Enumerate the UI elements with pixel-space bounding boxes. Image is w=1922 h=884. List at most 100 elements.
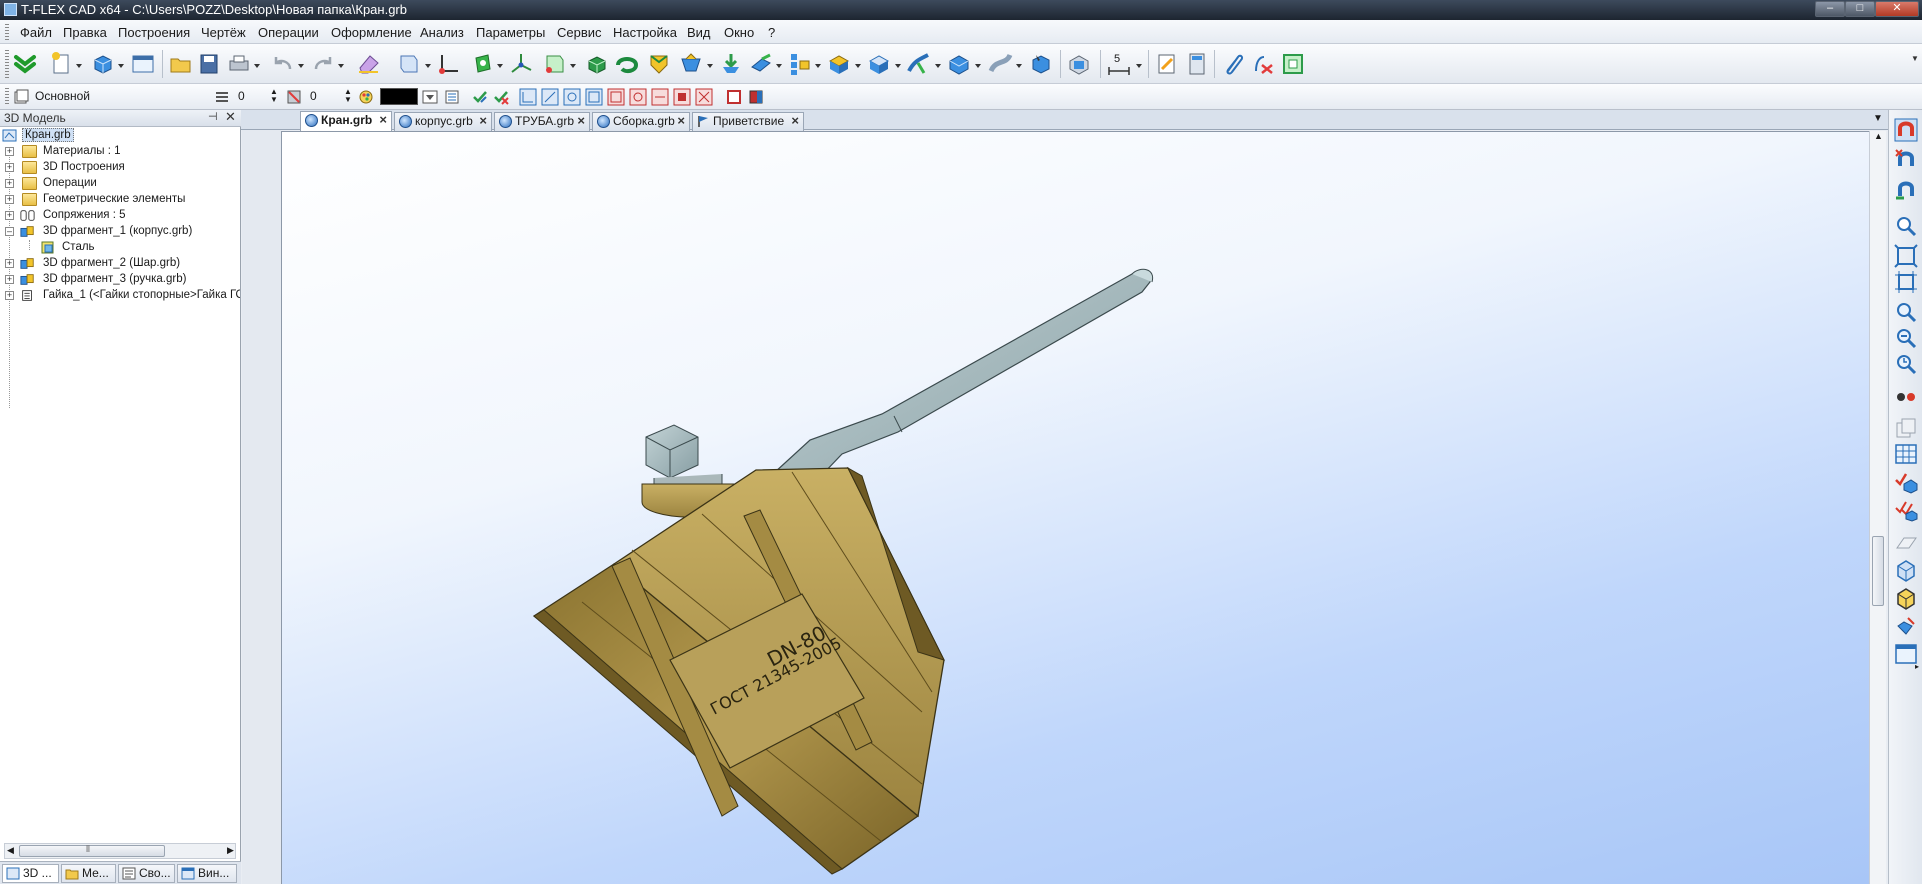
pin-icon[interactable]: ⊣ — [208, 110, 218, 123]
chamfer-icon[interactable] — [866, 51, 892, 77]
scroll-thumb[interactable]: ⦀ — [19, 844, 165, 857]
snap-lines-icon[interactable] — [1894, 178, 1918, 202]
filter-3d-icon[interactable] — [725, 88, 743, 106]
tree-item-fragment-1[interactable]: – 3D фрагмент_1 (корпус.grb) — [0, 224, 240, 240]
scroll-right-icon[interactable]: ▶ — [227, 845, 234, 856]
view-orientation-icon[interactable] — [1894, 614, 1918, 638]
spiral-icon[interactable] — [748, 51, 774, 77]
filter-circle-icon[interactable] — [563, 88, 581, 106]
tree-item-3d-constructions[interactable]: + 3D Построения — [0, 160, 240, 176]
close-button[interactable]: ✕ — [1875, 1, 1919, 17]
toolbar-overflow-icon[interactable]: ▸ — [1915, 662, 1919, 671]
filter-image-icon[interactable] — [673, 88, 691, 106]
extrude-icon[interactable] — [584, 51, 610, 77]
undo-icon[interactable] — [270, 51, 296, 77]
fragment-icon[interactable] — [1280, 51, 1306, 77]
select-filter-icon[interactable] — [444, 89, 460, 105]
expand-toggle[interactable]: + — [5, 211, 14, 220]
tree-item-mates[interactable]: + Сопряжения : 5 — [0, 208, 240, 224]
copy-view-icon[interactable] — [1894, 416, 1918, 440]
menu-parameters[interactable]: Параметры — [476, 25, 545, 40]
tree-horizontal-scrollbar[interactable]: ◀ ⦀ ▶ — [4, 843, 236, 859]
panel-splitter[interactable] — [242, 110, 281, 884]
filter-dimension-icon[interactable] — [651, 88, 669, 106]
tab-3d-model[interactable]: 3D ... — [2, 864, 59, 883]
dropdown-arrow-icon[interactable] — [855, 64, 861, 68]
filter-text-icon[interactable] — [629, 88, 647, 106]
grid-icon[interactable] — [1894, 442, 1918, 466]
tab-menu[interactable]: Ме... — [61, 864, 116, 883]
menu-help[interactable]: ? — [768, 25, 775, 40]
collapse-toggle[interactable]: – — [5, 227, 14, 236]
dropdown-arrow-icon[interactable] — [570, 64, 576, 68]
scroll-thumb[interactable] — [1872, 536, 1884, 606]
zoom-window-icon[interactable] — [1894, 214, 1918, 238]
check-multiple-icon[interactable] — [1894, 498, 1918, 522]
tab-window[interactable]: Вин... — [177, 864, 237, 883]
ball-valve-model[interactable]: DN-80 ГОСТ 21345-2005 — [282, 132, 1869, 884]
3d-view-icon[interactable] — [396, 51, 422, 77]
dropdown-arrow-icon[interactable] — [815, 64, 821, 68]
body-icon[interactable] — [1028, 51, 1054, 77]
snap-nodes-icon[interactable] — [1894, 148, 1918, 172]
tree-item-fragment-3[interactable]: + 3D фрагмент_3 (ручка.grb) — [0, 272, 240, 288]
dropdown-arrow-icon[interactable] — [118, 64, 124, 68]
expand-toggle[interactable]: + — [5, 163, 14, 172]
tab-properties[interactable]: Сво... — [118, 864, 175, 883]
filter-icon[interactable] — [422, 89, 438, 105]
print-icon[interactable] — [226, 51, 252, 77]
filter-outline-icon[interactable] — [585, 88, 603, 106]
dropdown-arrow-icon[interactable] — [254, 64, 260, 68]
fillet-icon[interactable] — [826, 51, 852, 77]
level-spinner[interactable]: ▲ ▼ — [270, 88, 278, 104]
menu-view[interactable]: Вид — [687, 25, 711, 40]
3d-viewport[interactable]: DN-80 ГОСТ 21345-2005 — [281, 131, 1869, 884]
viewport-vertical-scrollbar[interactable]: ▲ — [1869, 131, 1886, 884]
tree-item-materials[interactable]: + Материалы : 1 — [0, 144, 240, 160]
dropdown-arrow-icon[interactable] — [1136, 64, 1142, 68]
snap-magnet-icon[interactable] — [1894, 118, 1918, 142]
tab-kran[interactable]: Кран.grb × — [300, 111, 392, 131]
valve-handle[interactable] — [760, 268, 1154, 499]
menu-edit[interactable]: Правка — [63, 25, 107, 40]
menu-construct[interactable]: Построения — [118, 25, 190, 40]
lcs-icon[interactable] — [508, 51, 534, 77]
new-3d-icon[interactable] — [90, 51, 116, 77]
expand-toggle[interactable]: + — [5, 259, 14, 268]
rotation-icon[interactable] — [614, 51, 640, 77]
toolbar-overflow-icon[interactable]: ▼ — [1911, 54, 1919, 63]
priority-spinner[interactable]: ▲ ▼ — [344, 88, 352, 104]
dropdown-arrow-icon[interactable] — [975, 64, 981, 68]
dropdown-arrow-icon[interactable] — [935, 64, 941, 68]
cut-icon[interactable] — [946, 51, 972, 77]
zoom-out-icon[interactable] — [1894, 326, 1918, 350]
tab-welcome[interactable]: Приветствие × — [692, 112, 804, 131]
expand-toggle[interactable]: + — [5, 147, 14, 156]
dropdown-arrow-icon[interactable] — [707, 64, 713, 68]
tabs-dropdown-icon[interactable]: ▼ — [1873, 113, 1883, 124]
wireframe-icon[interactable] — [1894, 558, 1918, 582]
shell-icon[interactable] — [906, 51, 932, 77]
menu-service[interactable]: Сервис — [557, 25, 602, 40]
calculator-icon[interactable] — [1184, 51, 1210, 77]
uncheck-all-icon[interactable] — [493, 89, 509, 105]
save-icon[interactable] — [196, 51, 222, 77]
filter-hatch-icon[interactable] — [607, 88, 625, 106]
scroll-up-icon[interactable]: ▲ — [1874, 131, 1883, 141]
filter-3d-body-icon[interactable] — [747, 88, 765, 106]
zoom-previous-icon[interactable] — [1894, 352, 1918, 376]
menu-window[interactable]: Окно — [724, 25, 754, 40]
level-input[interactable]: 0 — [238, 89, 245, 103]
dropdown-arrow-icon[interactable] — [76, 64, 82, 68]
array-icon[interactable] — [786, 51, 812, 77]
close-tab-icon[interactable]: × — [479, 113, 487, 129]
attach-icon[interactable] — [1220, 51, 1246, 77]
surface-icon[interactable] — [988, 51, 1014, 77]
dropdown-arrow-icon[interactable] — [776, 64, 782, 68]
valve-body[interactable]: DN-80 ГОСТ 21345-2005 — [532, 466, 945, 875]
open-icon[interactable] — [168, 51, 194, 77]
menu-drawing[interactable]: Чертёж — [201, 25, 246, 40]
dropdown-arrow-icon[interactable] — [497, 64, 503, 68]
menu-dress-up[interactable]: Оформление — [331, 25, 412, 40]
menu-settings[interactable]: Настройка — [613, 25, 677, 40]
